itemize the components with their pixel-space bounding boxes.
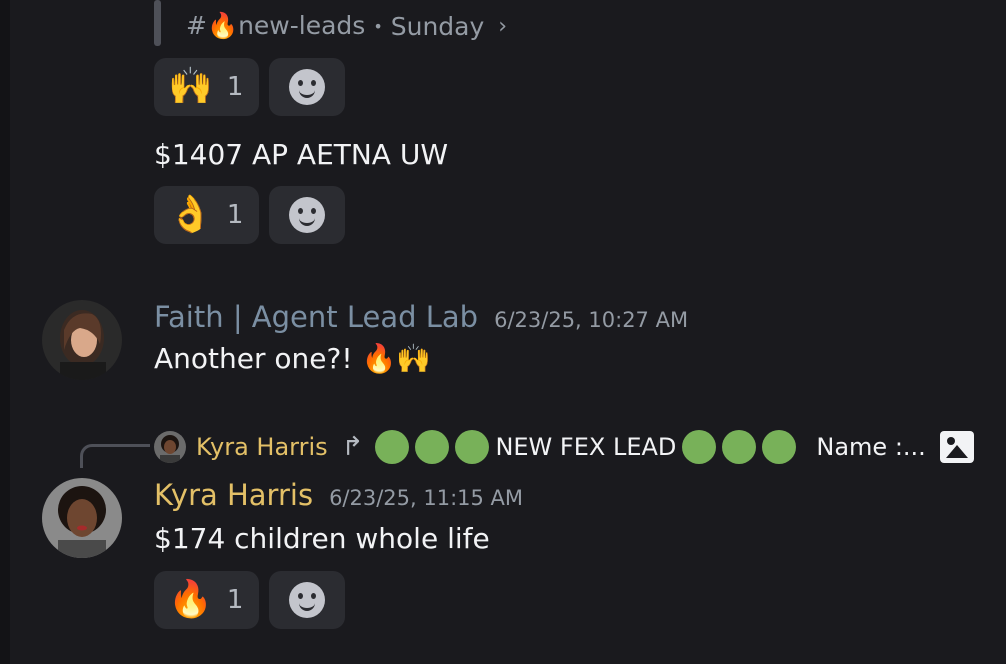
message-header: Kyra Harris 6/23/25, 11:15 AM — [154, 478, 523, 512]
reply-arrow-icon: ↱ — [341, 432, 364, 462]
green-circle-icon — [762, 430, 797, 464]
reaction-ok-hand[interactable]: 👌 1 — [154, 186, 260, 244]
ok-hand-icon: 👌 — [168, 194, 213, 235]
reaction-fire[interactable]: 🔥 1 — [154, 571, 260, 629]
raised-hands-icon: 🙌 — [168, 66, 213, 107]
message-text: Another one?! 🔥🙌 — [154, 342, 432, 375]
timestamp[interactable]: 6/23/25, 10:27 AM — [494, 308, 688, 332]
add-reaction-button[interactable] — [269, 186, 346, 244]
forwarded-separator: • — [373, 16, 383, 36]
reply-text: NEW FEX LEAD — [495, 433, 677, 461]
reply-author[interactable]: Kyra Harris — [196, 433, 328, 461]
green-circle-icon — [722, 430, 757, 464]
green-circle-icon — [415, 430, 450, 464]
forwarded-source[interactable]: #🔥new-leads • Sunday › — [186, 8, 507, 44]
message-header: Faith | Agent Lead Lab 6/23/25, 10:27 AM — [154, 300, 688, 334]
reaction-count: 1 — [226, 585, 244, 615]
green-circle-icon — [682, 430, 717, 464]
reply-spine — [80, 444, 150, 468]
quote-bar — [154, 0, 161, 46]
avatar-faith[interactable] — [42, 300, 122, 380]
reaction-count: 1 — [226, 72, 244, 102]
green-circle-icon — [375, 430, 410, 464]
smile-icon — [289, 582, 326, 618]
green-circle-icon — [455, 430, 490, 464]
timestamp[interactable]: 6/23/25, 11:15 AM — [329, 486, 523, 510]
author-name[interactable]: Faith | Agent Lead Lab — [154, 300, 478, 334]
reaction-raised-hands[interactable]: 🙌 1 — [154, 58, 260, 116]
image-icon — [939, 431, 974, 463]
reaction-bar: 👌 1 — [154, 186, 346, 244]
reply-preview-tail: Name :... — [816, 433, 926, 461]
fire-icon: 🔥 — [168, 579, 213, 620]
message-text: $1407 AP AETNA UW — [154, 138, 449, 171]
forwarded-day: Sunday — [390, 11, 485, 41]
add-reaction-button[interactable] — [269, 58, 346, 116]
reaction-bar: 🔥 1 — [154, 571, 346, 629]
reaction-count: 1 — [226, 200, 244, 230]
chevron-right-icon[interactable]: › — [498, 14, 507, 39]
smile-icon — [289, 69, 326, 105]
smile-icon — [289, 197, 326, 233]
message-text: $174 children whole life — [154, 522, 490, 555]
add-reaction-button[interactable] — [269, 571, 346, 629]
reply-reference[interactable]: Kyra Harris ↱ NEW FEX LEAD Name :... — [154, 428, 974, 466]
avatar-kyra[interactable] — [42, 478, 122, 558]
reaction-bar: 🙌 1 — [154, 58, 346, 116]
channel-strip — [0, 0, 10, 664]
reply-avatar — [154, 431, 186, 463]
forwarded-channel[interactable]: #🔥new-leads — [186, 11, 365, 41]
author-name[interactable]: Kyra Harris — [154, 478, 313, 512]
